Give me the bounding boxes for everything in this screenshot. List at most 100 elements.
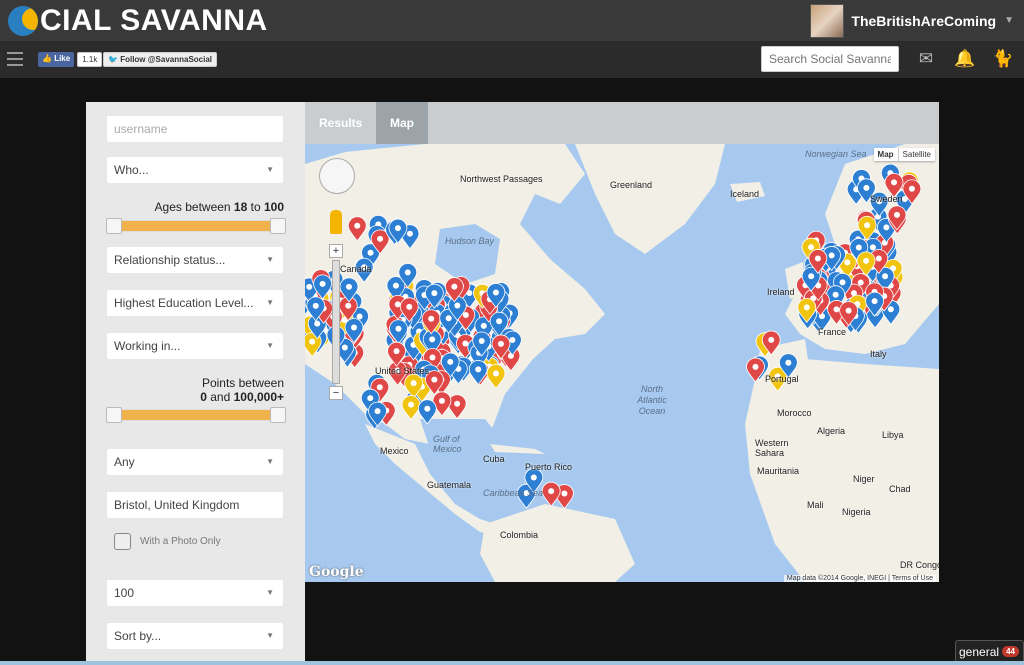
- radius-select[interactable]: 100 ▼: [107, 580, 283, 606]
- chevron-down-icon[interactable]: ▼: [1004, 15, 1014, 26]
- menu-icon[interactable]: [7, 52, 23, 66]
- zoom-out-button[interactable]: −: [329, 386, 343, 400]
- map-pin-dot: [814, 255, 821, 262]
- map-pin-dot: [406, 230, 413, 237]
- age-max-handle[interactable]: [270, 218, 286, 234]
- dropdown-arrow-icon: ▼: [266, 341, 274, 350]
- any-value: Any: [114, 455, 135, 469]
- search-input[interactable]: [761, 46, 899, 72]
- map-label: Portugal: [765, 374, 799, 384]
- working-select[interactable]: Working in... ▼: [107, 333, 283, 359]
- map-pin-dot: [828, 252, 835, 259]
- top-bar: CIAL SAVANNA TheBritishAreComing ▼: [0, 0, 1024, 41]
- map-pin-dot: [875, 255, 882, 262]
- points-min-handle[interactable]: [106, 407, 122, 423]
- tab-map[interactable]: Map: [376, 102, 428, 144]
- education-select[interactable]: Highest Education Level... ▼: [107, 290, 283, 316]
- map-label: Greenland: [610, 180, 653, 190]
- google-logo: Google: [309, 564, 364, 580]
- map-pin-dot: [752, 363, 759, 370]
- map-pin-dot: [392, 282, 399, 289]
- map-pin-dot: [478, 338, 485, 345]
- map-attribution[interactable]: Map data ©2014 Google, INEGI | Terms of …: [783, 575, 936, 582]
- bell-icon[interactable]: 🔔: [954, 49, 976, 69]
- avatar[interactable]: [810, 3, 845, 38]
- map-pin-dot: [350, 324, 357, 331]
- photo-only-row[interactable]: With a Photo Only: [114, 533, 221, 550]
- map-pin-dot: [845, 307, 852, 314]
- map-label: Canada: [340, 264, 372, 274]
- location-input[interactable]: Bristol, United Kingdom: [107, 492, 283, 518]
- like-button[interactable]: 👍 Like: [38, 52, 75, 67]
- dropdown-arrow-icon: ▼: [266, 165, 274, 174]
- sort-by-select[interactable]: Sort by... ▼: [107, 623, 283, 649]
- cat-icon[interactable]: 🐈: [992, 49, 1014, 69]
- map-pin-dot: [376, 384, 383, 391]
- twitter-icon: 🐦: [108, 55, 118, 64]
- logo-mark: [8, 6, 38, 36]
- map-type-map[interactable]: Map: [874, 148, 899, 161]
- username-input[interactable]: username: [107, 116, 283, 142]
- map-label: Northwest Passages: [460, 174, 543, 184]
- map-type-satellite[interactable]: Satellite: [899, 148, 935, 161]
- map-pin-dot: [509, 337, 516, 344]
- map-pin-dot: [855, 244, 862, 251]
- who-select[interactable]: Who... ▼: [107, 157, 283, 183]
- tab-results[interactable]: Results: [305, 102, 376, 144]
- map-label: Italy: [870, 349, 887, 359]
- map-label: Colombia: [500, 530, 539, 540]
- map-pin-dot: [406, 303, 413, 310]
- facebook-like-widget[interactable]: 👍 Like 1.1k: [38, 52, 103, 67]
- username[interactable]: TheBritishAreComing: [851, 13, 996, 29]
- results-map[interactable]: + − Map Satellite Northwest Passages Gre…: [305, 144, 939, 582]
- map-pin-dot: [785, 359, 792, 366]
- map-pin-dot: [768, 336, 775, 343]
- zoom-slider[interactable]: [332, 260, 340, 384]
- map-pin-dot: [863, 257, 870, 264]
- user-menu[interactable]: TheBritishAreComing ▼: [810, 3, 1014, 38]
- map-label: Guatemala: [427, 480, 472, 490]
- map-pin-dot: [306, 283, 313, 290]
- map-pin-dot: [445, 315, 452, 322]
- dropdown-arrow-icon: ▼: [266, 631, 274, 640]
- mail-icon[interactable]: ✉: [915, 49, 937, 69]
- zoom-in-button[interactable]: +: [329, 244, 343, 258]
- map-label: Norwegian Sea: [805, 149, 867, 159]
- map-pin-dot: [341, 344, 348, 351]
- map-label: Puerto Rico: [525, 462, 573, 472]
- map-pin-dot: [319, 280, 326, 287]
- map-pin-dot: [428, 315, 435, 322]
- photo-only-checkbox[interactable]: [114, 533, 131, 550]
- sort-by-value: Sort by...: [114, 629, 162, 643]
- points-max-handle[interactable]: [270, 407, 286, 423]
- map-pin-dot: [887, 306, 894, 313]
- relationship-select[interactable]: Relationship status... ▼: [107, 247, 283, 273]
- twitter-follow-button[interactable]: 🐦 Follow @SavannaSocial: [103, 52, 218, 67]
- map-pin-dot: [410, 380, 417, 387]
- map-pin-dot: [833, 306, 840, 313]
- age-min-handle[interactable]: [106, 218, 122, 234]
- age-range-slider[interactable]: [106, 218, 286, 234]
- map-pin-dot: [454, 302, 461, 309]
- dropdown-arrow-icon: ▼: [266, 588, 274, 597]
- map-pin-dot: [869, 244, 876, 251]
- map-pin-dot: [893, 211, 900, 218]
- chat-unread-badge: 44: [1002, 646, 1019, 657]
- logo-text: CIAL SAVANNA: [40, 4, 268, 37]
- map-label: Niger: [853, 474, 875, 484]
- map-pin-dot: [345, 302, 352, 309]
- pegman-icon[interactable]: [330, 210, 342, 234]
- map-pin-dot: [882, 273, 889, 280]
- map-pin[interactable]: [541, 481, 561, 507]
- pan-control[interactable]: [319, 158, 355, 194]
- map-pin-dot: [864, 222, 871, 229]
- points-range-slider[interactable]: [106, 407, 286, 423]
- map-type-control[interactable]: Map Satellite: [873, 148, 935, 161]
- any-select[interactable]: Any ▼: [107, 449, 283, 475]
- map-pin-dot: [395, 325, 402, 332]
- map-pin-dot: [354, 222, 361, 229]
- site-logo[interactable]: CIAL SAVANNA: [8, 3, 268, 39]
- ages-range-label: Ages between 18 to 100: [154, 200, 284, 214]
- map-pin-dot: [312, 302, 319, 309]
- map-label: Gulf of Mexico: [433, 434, 462, 454]
